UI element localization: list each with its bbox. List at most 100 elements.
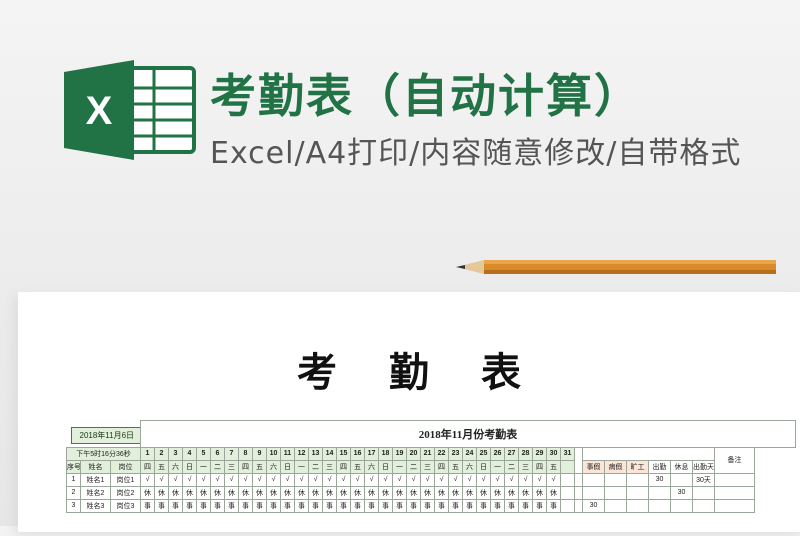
attendance-mark: √ <box>546 472 561 487</box>
weekday-cell: 一 <box>196 459 211 474</box>
employee-position: 岗位1 <box>110 472 141 487</box>
attendance-mark: 休 <box>462 485 477 500</box>
summary-header <box>582 446 715 461</box>
attendance-mark: 休 <box>224 485 239 500</box>
header-position: 岗位 <box>110 459 141 474</box>
title-char: 表 <box>481 349 521 396</box>
banner: X 考勤表（自动计算） Excel/A4打印/内容随意修改/自带格式 <box>0 0 800 274</box>
attendance-mark: 休 <box>182 485 197 500</box>
absent-value <box>626 472 649 487</box>
attendance-mark: 事 <box>462 498 477 513</box>
header-sick: 病假 <box>604 459 627 474</box>
header-remark: 备注 <box>714 446 755 474</box>
day-number-cell: 27 <box>504 446 519 461</box>
day-number-cell: 30 <box>546 446 561 461</box>
attendance-mark: 事 <box>518 498 533 513</box>
page-subtitle: Excel/A4打印/内容随意修改/自带格式 <box>210 136 742 171</box>
day-number-cell: 8 <box>238 446 253 461</box>
day-number-cell: 2 <box>154 446 169 461</box>
attendance-mark: √ <box>462 472 477 487</box>
attendance-mark: √ <box>518 472 533 487</box>
weekday-cell: 三 <box>322 459 337 474</box>
weekday-cell: 六 <box>168 459 183 474</box>
day-number-cell: 9 <box>252 446 267 461</box>
weekday-cell: 二 <box>210 459 225 474</box>
weekday-cell: 五 <box>252 459 267 474</box>
weekday-cell: 二 <box>504 459 519 474</box>
attend-value <box>648 485 671 500</box>
attendance-mark: 事 <box>364 498 379 513</box>
attendance-mark: 休 <box>490 485 505 500</box>
spacer-cell <box>574 472 583 487</box>
attendance-mark: 事 <box>504 498 519 513</box>
weekday-cell: 日 <box>378 459 393 474</box>
attendance-table: 2018年11月6日 2018年11月份考勤表 下午5时16分36秒 12345… <box>66 420 796 513</box>
attendance-mark: 休 <box>280 485 295 500</box>
weekday-cell: 一 <box>392 459 407 474</box>
weekday-cell: 一 <box>294 459 309 474</box>
attendance-mark: √ <box>504 472 519 487</box>
table-row: 2 姓名2 岗位2 休休休休休休休休休休休休休休休休休休休休休休休休休休休休休休 30 <box>66 485 796 500</box>
day-number-cell: 12 <box>294 446 309 461</box>
day-number-cell: 19 <box>392 446 407 461</box>
weekday-cell: 日 <box>476 459 491 474</box>
sick-value <box>604 498 627 513</box>
day-number-cell: 20 <box>406 446 421 461</box>
weekday-cell: 二 <box>308 459 323 474</box>
day-number-cell: 10 <box>266 446 281 461</box>
spacer-cell <box>574 498 583 513</box>
attendance-mark: 事 <box>546 498 561 513</box>
attendance-mark: √ <box>196 472 211 487</box>
attendance-mark: 休 <box>434 485 449 500</box>
attendance-mark: 事 <box>154 498 169 513</box>
attendance-mark: √ <box>378 472 393 487</box>
day-number-cell: 4 <box>182 446 197 461</box>
sick-value <box>604 472 627 487</box>
rest-value: 30 <box>670 485 693 500</box>
day-number-cell: 6 <box>210 446 225 461</box>
remark-value <box>714 485 755 500</box>
weekday-cell: 四 <box>532 459 547 474</box>
rest-value <box>670 498 693 513</box>
attendance-mark: 事 <box>350 498 365 513</box>
attendance-mark: 事 <box>294 498 309 513</box>
attendance-mark: 休 <box>238 485 253 500</box>
attendance-mark: 事 <box>336 498 351 513</box>
attendance-mark: 事 <box>266 498 281 513</box>
attendance-mark: √ <box>322 472 337 487</box>
header-attend: 出勤 <box>648 459 671 474</box>
day-number-cell: 3 <box>168 446 183 461</box>
attendance-mark: 休 <box>364 485 379 500</box>
weekday-cell: 日 <box>280 459 295 474</box>
attendance-mark: √ <box>252 472 267 487</box>
attendance-mark: √ <box>294 472 309 487</box>
attendance-mark: 休 <box>448 485 463 500</box>
table-row: 3 姓名3 岗位3 事事事事事事事事事事事事事事事事事事事事事事事事事事事事事事 30 <box>66 498 796 513</box>
attendance-mark: √ <box>434 472 449 487</box>
document-title: 考勤表 <box>18 340 800 398</box>
attend-value <box>648 498 671 513</box>
attendance-mark: 休 <box>350 485 365 500</box>
day-number-cell: 13 <box>308 446 323 461</box>
employee-position: 岗位2 <box>110 485 141 500</box>
weekday-cell: 四 <box>336 459 351 474</box>
excel-logo-icon: X <box>64 60 196 160</box>
attendance-mark: 休 <box>406 485 421 500</box>
weekday-cell: 六 <box>462 459 477 474</box>
weekday-cell: 三 <box>224 459 239 474</box>
pencil-icon <box>456 260 776 274</box>
leave-value <box>582 472 605 487</box>
weekday-cell: 六 <box>266 459 281 474</box>
attendance-mark: 休 <box>336 485 351 500</box>
attendance-mark: 事 <box>252 498 267 513</box>
attendance-mark: 事 <box>420 498 435 513</box>
attendance-mark: 事 <box>392 498 407 513</box>
leave-value <box>582 485 605 500</box>
attendance-mark: √ <box>532 472 547 487</box>
weekday-cell: 四 <box>140 459 155 474</box>
weekday-cell: 三 <box>518 459 533 474</box>
weekday-cell: 日 <box>182 459 197 474</box>
weekday-cell: 五 <box>546 459 561 474</box>
attendance-mark: √ <box>350 472 365 487</box>
attendance-mark: 事 <box>406 498 421 513</box>
